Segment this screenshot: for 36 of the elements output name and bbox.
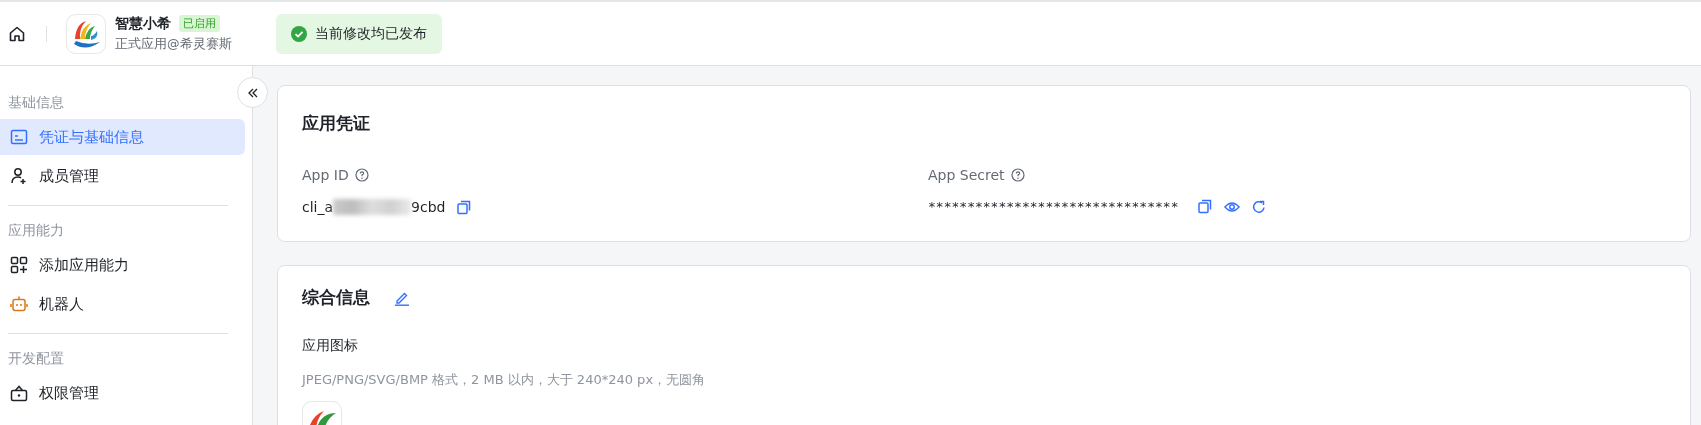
robot-icon: [10, 295, 28, 313]
toast-text: 当前修改均已发布: [314, 24, 427, 43]
section-heading: 应用能力: [7, 221, 65, 240]
section-heading: 基础信息: [7, 93, 65, 112]
home-icon[interactable]: [8, 24, 26, 43]
app-secret: ********************************: [928, 199, 1179, 214]
eye-icon[interactable]: [1224, 199, 1241, 214]
app-id-start: cli_a: [302, 199, 334, 215]
refresh-icon[interactable]: [1252, 199, 1267, 214]
card-title: 综合信息: [302, 286, 370, 309]
check-circle-icon: [290, 25, 307, 42]
help-icon: [354, 168, 369, 182]
sidebar-item[interactable]: 机器人: [0, 286, 245, 322]
copy-icon[interactable]: [1198, 199, 1213, 214]
sidebar-item[interactable]: 凭证与基础信息: [0, 119, 245, 155]
status-badge: 已启用: [179, 15, 220, 32]
help-icon: [1010, 168, 1025, 182]
lock-icon: [10, 384, 28, 402]
copy-icon[interactable]: [457, 199, 472, 215]
sidebar-item[interactable]: 权限管理: [0, 375, 245, 411]
sidebar-item[interactable]: 添加应用能力: [0, 247, 245, 283]
app-logo-icon: [66, 13, 106, 54]
double-chevron-left-icon: [246, 86, 259, 99]
app-subtitle: 正式应用@希灵赛斯: [115, 35, 232, 53]
section-heading: 开发配置: [7, 349, 65, 368]
app-id-end: 9cbd: [411, 199, 446, 215]
app-name: 智慧小希: [115, 14, 171, 33]
add-user-icon: [10, 167, 28, 185]
field-hint: JPEG/PNG/SVG/BMP 格式，2 MB 以内，大于 240*240 px，无圆角: [302, 371, 707, 389]
sidebar-item[interactable]: 成员管理: [0, 158, 245, 194]
add-grid-icon: [10, 256, 28, 274]
field-label: 应用图标: [302, 337, 359, 355]
field-label: App ID: [302, 167, 349, 183]
card-title: 应用凭证: [302, 112, 371, 135]
field-label: App Secret: [928, 167, 1005, 183]
card-icon: [10, 128, 28, 146]
